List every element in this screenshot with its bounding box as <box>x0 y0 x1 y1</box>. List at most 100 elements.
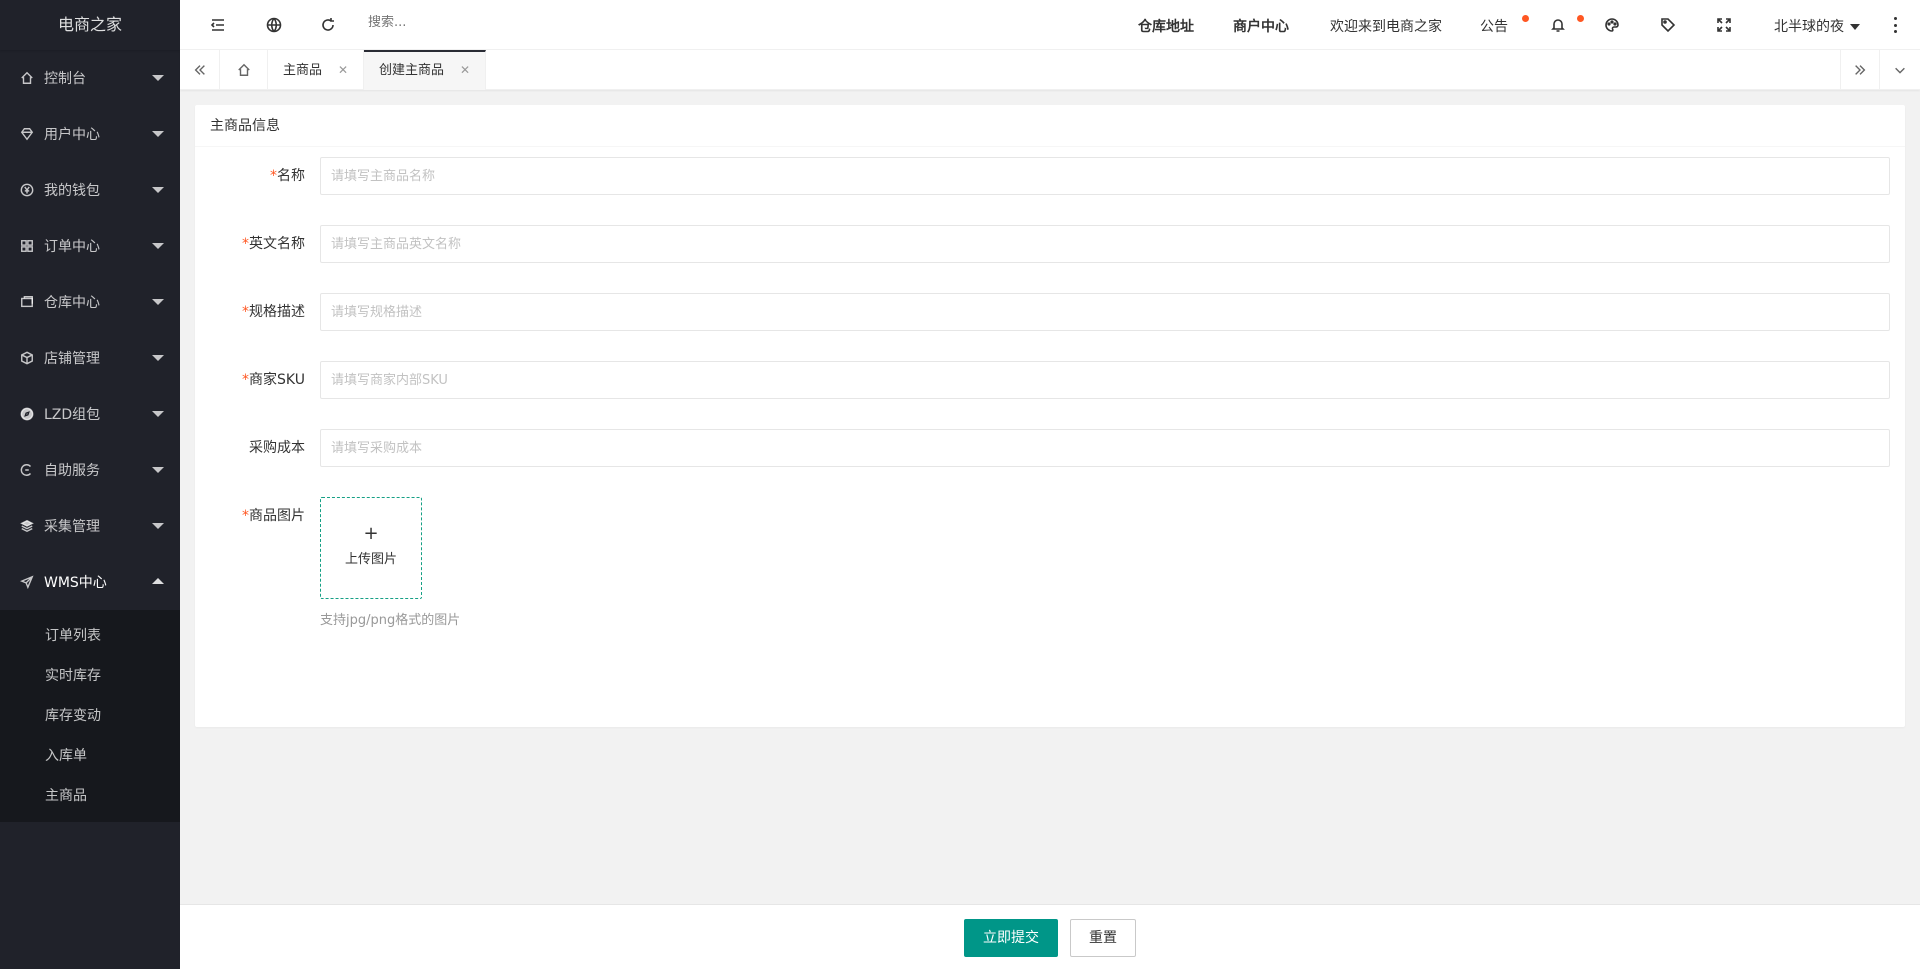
tabs-scroll-left-button[interactable] <box>180 50 220 90</box>
sidebar-item-collection-management[interactable]: 采集管理 <box>0 498 180 554</box>
sidebar-item-warehouse-center[interactable]: 仓库中心 <box>0 274 180 330</box>
app-logo[interactable]: 电商之家 <box>0 0 180 50</box>
upload-label: 上传图片 <box>344 552 397 567</box>
double-chevron-left-icon <box>194 65 205 75</box>
caret-down-icon <box>152 131 164 137</box>
caret-down-icon <box>152 523 164 529</box>
tab-main-product[interactable]: 主商品 ✕ <box>268 50 365 90</box>
warehouse-icon <box>20 295 34 309</box>
form-row-english-name: *英文名称 <box>195 225 1905 263</box>
tab-create-main-product[interactable]: 创建主商品 ✕ <box>364 50 487 90</box>
yen-icon <box>20 183 34 197</box>
form-row-spec: *规格描述 <box>195 293 1905 331</box>
field-label: *商家SKU <box>242 372 305 388</box>
fullscreen-icon[interactable] <box>1716 17 1732 33</box>
form-row-cost: 采购成本 <box>195 429 1905 467</box>
form-row-image: *商品图片 + 上传图片 支持jpg/png格式的图片 <box>195 497 1905 628</box>
merchant-center-link[interactable]: 商户中心 <box>1233 16 1289 36</box>
message-badge-dot <box>1577 15 1584 22</box>
spec-description-input[interactable] <box>320 293 1890 331</box>
caret-down-icon <box>152 355 164 361</box>
main-product-form-card: 主商品信息 *名称 *英文名称 *规格描述 *商家SKU 采购成本 *商品图片 … <box>195 105 1905 727</box>
chevron-down-icon <box>1895 67 1905 74</box>
diamond-icon <box>20 127 34 141</box>
caret-down-icon <box>1850 24 1860 30</box>
sidebar-item-label: LZD组包 <box>44 407 101 423</box>
sidebar-item-label: 店铺管理 <box>44 351 100 367</box>
compass-icon <box>20 407 34 421</box>
section-title: 主商品信息 <box>195 105 1905 147</box>
merchant-sku-input[interactable] <box>320 361 1890 399</box>
sidebar-item-label: 控制台 <box>44 71 86 87</box>
upload-hint: 支持jpg/png格式的图片 <box>320 613 461 628</box>
subnav-item-inbound-order[interactable]: 入库单 <box>0 736 180 776</box>
caret-down-icon <box>152 243 164 249</box>
field-label: *商品图片 <box>242 508 305 524</box>
reset-button[interactable]: 重置 <box>1070 919 1136 957</box>
form-footer: 立即提交 重置 <box>180 904 1920 969</box>
caret-down-icon <box>152 411 164 417</box>
user-menu[interactable]: 北半球的夜 <box>1774 16 1860 36</box>
field-label: 采购成本 <box>249 440 305 456</box>
tag-icon[interactable] <box>1660 17 1676 33</box>
home-icon <box>237 63 250 76</box>
page-tabs-bar: 主商品 ✕ 创建主商品 ✕ <box>180 50 1920 90</box>
tab-home[interactable] <box>220 50 268 90</box>
sidebar-item-label: WMS中心 <box>44 575 107 591</box>
username: 北半球的夜 <box>1774 19 1844 35</box>
sidebar: 电商之家 控制台 用户中心 我的钱包 订单中心 仓库中心 店铺管理 LZD组包 … <box>0 0 180 969</box>
sidebar-item-store-management[interactable]: 店铺管理 <box>0 330 180 386</box>
apps-icon <box>20 239 34 253</box>
sidebar-item-label: 采集管理 <box>44 519 100 535</box>
form-row-name: *名称 <box>195 157 1905 195</box>
upload-image-button[interactable]: + 上传图片 <box>320 497 422 599</box>
sidebar-item-user-center[interactable]: 用户中心 <box>0 106 180 162</box>
sidebar-item-label: 用户中心 <box>44 127 100 143</box>
caret-down-icon <box>152 187 164 193</box>
double-chevron-right-icon <box>1855 65 1866 75</box>
tabs-dropdown-button[interactable] <box>1880 50 1920 90</box>
caret-down-icon <box>152 75 164 81</box>
home-icon <box>20 71 34 85</box>
plus-icon: + <box>363 523 379 544</box>
sidebar-item-order-center[interactable]: 订单中心 <box>0 218 180 274</box>
more-vertical-icon[interactable] <box>1894 17 1898 33</box>
website-icon[interactable] <box>266 17 282 33</box>
close-icon[interactable]: ✕ <box>338 63 348 77</box>
warehouse-address-link[interactable]: 仓库地址 <box>1138 16 1194 36</box>
service-icon <box>20 463 34 477</box>
refresh-icon[interactable] <box>320 17 336 33</box>
close-icon[interactable]: ✕ <box>460 63 470 77</box>
caret-down-icon <box>152 467 164 473</box>
subnav-item-stock-change[interactable]: 库存变动 <box>0 696 180 736</box>
purchase-cost-input[interactable] <box>320 429 1890 467</box>
subnav-item-main-product[interactable]: 主商品 <box>0 776 180 816</box>
notice-badge-dot <box>1522 15 1529 22</box>
caret-up-icon <box>152 578 164 584</box>
subnav-item-realtime-stock[interactable]: 实时库存 <box>0 656 180 696</box>
wms-submenu: 订单列表 实时库存 库存变动 入库单 主商品 <box>0 610 180 822</box>
sidebar-item-self-service[interactable]: 自助服务 <box>0 442 180 498</box>
submit-button[interactable]: 立即提交 <box>964 919 1058 957</box>
sidebar-item-wallet[interactable]: 我的钱包 <box>0 162 180 218</box>
notice-link[interactable]: 公告 <box>1480 16 1508 36</box>
bell-icon[interactable] <box>1550 17 1566 33</box>
caret-down-icon <box>152 299 164 305</box>
layers-icon <box>20 519 34 533</box>
subnav-item-order-list[interactable]: 订单列表 <box>0 616 180 656</box>
sidebar-item-label: 我的钱包 <box>44 183 100 199</box>
field-label: *名称 <box>270 168 305 184</box>
name-input[interactable] <box>320 157 1890 195</box>
sidebar-item-label: 订单中心 <box>44 239 100 255</box>
sidebar-item-console[interactable]: 控制台 <box>0 50 180 106</box>
form-row-sku: *商家SKU <box>195 361 1905 399</box>
palette-icon[interactable] <box>1604 17 1620 33</box>
sidebar-item-label: 自助服务 <box>44 463 100 479</box>
sidebar-item-label: 仓库中心 <box>44 295 100 311</box>
menu-fold-icon[interactable] <box>210 17 226 33</box>
sidebar-item-lzd-package[interactable]: LZD组包 <box>0 386 180 442</box>
tabs-scroll-right-button[interactable] <box>1840 50 1880 90</box>
english-name-input[interactable] <box>320 225 1890 263</box>
search-input[interactable] <box>368 15 568 30</box>
sidebar-item-wms-center[interactable]: WMS中心 <box>0 554 180 610</box>
